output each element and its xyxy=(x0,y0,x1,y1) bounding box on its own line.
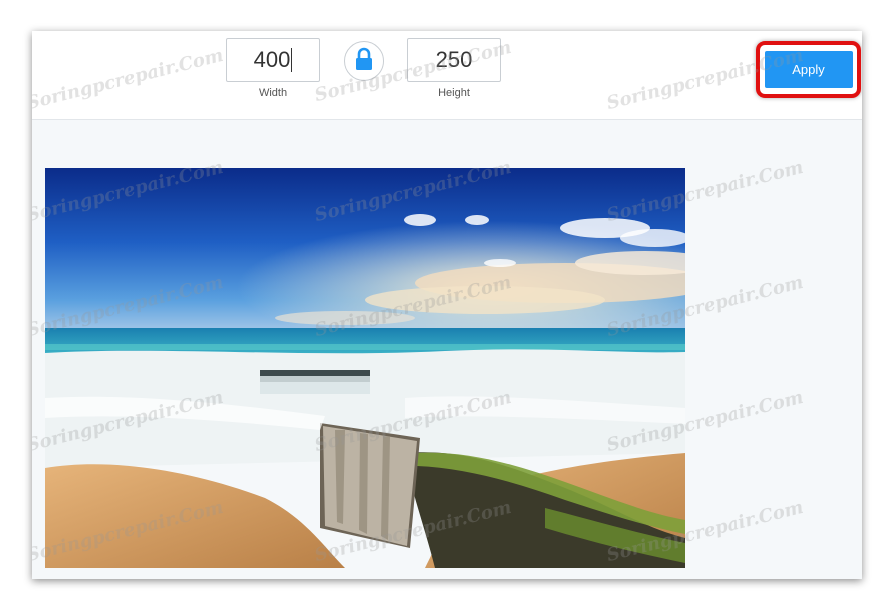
width-field: 400 Width xyxy=(226,38,320,99)
width-label: Width xyxy=(258,87,288,99)
apply-highlight-frame: Apply xyxy=(756,41,861,98)
image-resize-panel: 400 Width 250 Height Apply Soringpcrepai… xyxy=(32,31,862,579)
resize-toolbar: 400 Width 250 Height Apply xyxy=(32,31,862,120)
lock-icon xyxy=(354,47,374,76)
text-cursor xyxy=(291,48,293,72)
beach-waterfall-photo xyxy=(45,168,685,568)
image-preview xyxy=(45,168,685,568)
apply-button[interactable]: Apply xyxy=(764,51,853,88)
width-input-value: 400 xyxy=(253,47,291,72)
aspect-ratio-lock-button[interactable] xyxy=(344,41,384,81)
height-field: 250 Height xyxy=(407,38,501,99)
width-input[interactable]: 400 xyxy=(226,38,320,82)
height-input[interactable]: 250 xyxy=(407,38,501,82)
height-label: Height xyxy=(438,87,470,99)
height-input-value: 250 xyxy=(435,47,473,72)
